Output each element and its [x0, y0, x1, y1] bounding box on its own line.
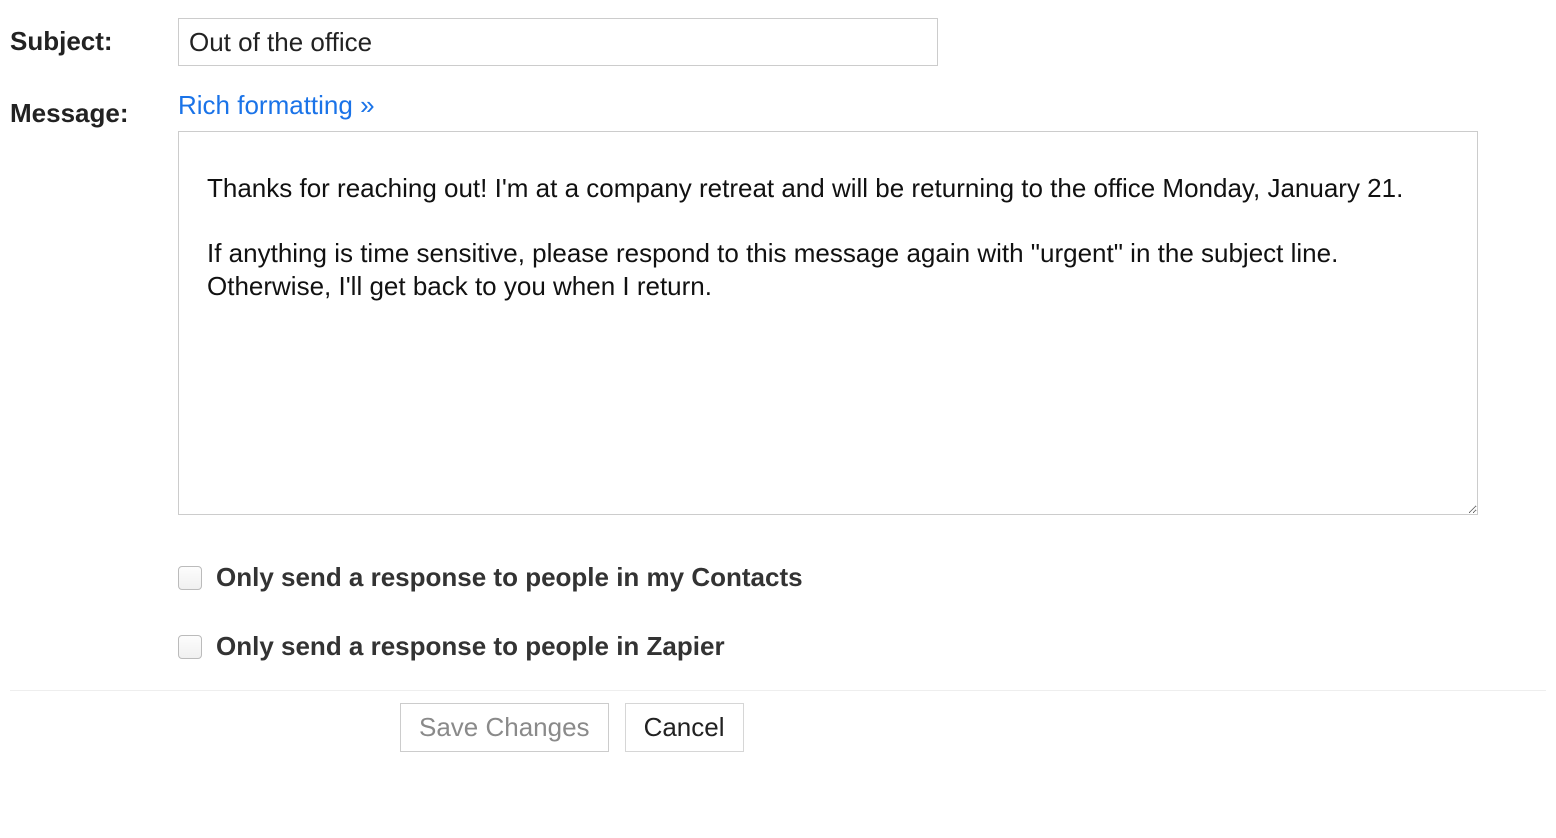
domain-only-label: Only send a response to people in Zapier: [216, 631, 725, 662]
rich-formatting-link[interactable]: Rich formatting »: [178, 90, 375, 121]
cancel-button[interactable]: Cancel: [625, 703, 744, 752]
message-row: Message: Rich formatting »: [10, 90, 1546, 520]
contacts-only-row: Only send a response to people in my Con…: [178, 562, 1546, 593]
subject-input[interactable]: [178, 18, 938, 66]
message-textarea[interactable]: [178, 131, 1478, 515]
domain-only-checkbox[interactable]: [178, 635, 202, 659]
vacation-responder-form: Subject: Message: Rich formatting » Only…: [0, 0, 1556, 774]
subject-label: Subject:: [10, 26, 113, 56]
contacts-only-checkbox[interactable]: [178, 566, 202, 590]
save-button[interactable]: Save Changes: [400, 703, 609, 752]
subject-row: Subject:: [10, 18, 1546, 66]
domain-only-row: Only send a response to people in Zapier: [178, 631, 1546, 662]
contacts-only-label: Only send a response to people in my Con…: [216, 562, 803, 593]
message-label: Message:: [10, 98, 129, 128]
button-row: Save Changes Cancel: [10, 691, 1546, 764]
